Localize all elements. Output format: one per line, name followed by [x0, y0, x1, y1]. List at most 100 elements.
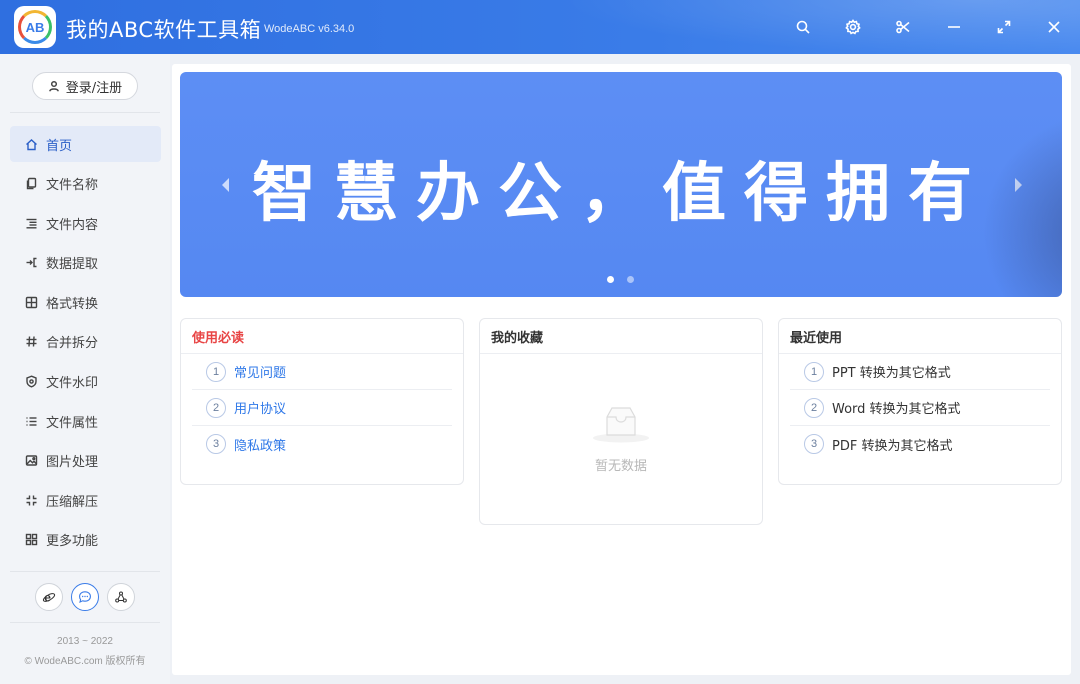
- grid-icon: [24, 533, 38, 547]
- extract-icon: [24, 256, 38, 270]
- sidebar-item-image-process[interactable]: 图片处理: [10, 443, 161, 479]
- item-label: 用户协议: [234, 402, 287, 417]
- text-lines-icon: [24, 216, 38, 230]
- sidebar-item-file-attributes[interactable]: 文件属性: [10, 403, 161, 439]
- compress-icon: [24, 493, 38, 507]
- sidebar-item-merge-split[interactable]: 合并拆分: [10, 324, 161, 360]
- sidebar-item-watermark[interactable]: 文件水印: [10, 364, 161, 400]
- app-version: WodeABC v6.34.0: [264, 23, 355, 35]
- card-recent: 最近使用 1 PPT 转换为其它格式 2 Word 转换为其它格式 3 PDF …: [778, 318, 1062, 485]
- copyright-years: 2013 ~ 2022: [57, 636, 113, 647]
- main-content: 智慧办公，值得拥有 使用必读 1 常见问题 2 用户协议 3 隐私政策 我的收藏: [172, 64, 1071, 675]
- card-must-read: 使用必读 1 常见问题 2 用户协议 3 隐私政策: [180, 318, 464, 485]
- sidebar-item-label: 格式转换: [46, 296, 99, 312]
- maximize-button[interactable]: [991, 14, 1017, 40]
- title-bar: AB 我的ABC软件工具箱 WodeABC v6.34.0: [0, 0, 1080, 54]
- ie-button[interactable]: e: [35, 583, 63, 611]
- card-list: 1 PPT 转换为其它格式 2 Word 转换为其它格式 3 PDF 转换为其它…: [779, 354, 1061, 462]
- banner-text: 智慧办公，值得拥有: [252, 157, 990, 231]
- sidebar-item-label: 文件名称: [46, 178, 99, 194]
- sidebar-item-file-name[interactable]: 文件名称: [10, 166, 161, 202]
- item-number: 3: [206, 434, 226, 454]
- item-label: PDF 转换为其它格式: [832, 438, 953, 454]
- maximize-icon: [997, 20, 1011, 34]
- carousel-dot-2[interactable]: [627, 276, 634, 283]
- item-number: 1: [206, 361, 226, 382]
- image-icon: [24, 454, 38, 468]
- divider: [10, 571, 160, 572]
- copyright-text: © WodeABC.com 版权所有: [24, 656, 146, 667]
- settings-button[interactable]: [840, 14, 866, 40]
- close-button[interactable]: [1041, 14, 1067, 40]
- file-copy-icon: [24, 177, 38, 191]
- list-item-pdf-convert[interactable]: 3 PDF 转换为其它格式: [790, 426, 1050, 462]
- sidebar-item-label: 合并拆分: [46, 336, 99, 352]
- format-icon: [24, 295, 38, 309]
- carousel-dot-1[interactable]: [607, 276, 614, 283]
- list-icon: [24, 414, 38, 428]
- shield-icon: [24, 375, 38, 389]
- ie-icon: e: [42, 591, 56, 604]
- item-label: 隐私政策: [234, 438, 287, 454]
- search-icon: [796, 20, 810, 34]
- chat-icon: [79, 591, 91, 603]
- app-logo: AB: [14, 6, 56, 48]
- card-title: 我的收藏: [480, 319, 762, 354]
- card-favorites: 我的收藏 暂无数据: [479, 318, 763, 525]
- sidebar: 登录/注册 首页 文件名称 文件内容 数据提取 格式转换 合并拆分 文件水印 文…: [0, 54, 170, 684]
- item-label: Word 转换为其它格式: [832, 402, 961, 417]
- list-item-privacy-policy[interactable]: 3 隐私政策: [192, 426, 452, 462]
- divider: [10, 622, 160, 623]
- sidebar-item-home[interactable]: 首页: [10, 126, 161, 162]
- item-number: 1: [804, 361, 824, 382]
- sidebar-item-label: 首页: [46, 138, 73, 154]
- sidebar-item-data-extract[interactable]: 数据提取: [10, 245, 161, 281]
- chat-button[interactable]: [71, 583, 99, 611]
- list-item-user-agreement[interactable]: 2 用户协议: [192, 390, 452, 426]
- sidebar-item-label: 数据提取: [46, 257, 99, 273]
- banner-next-arrow[interactable]: [1015, 178, 1022, 192]
- list-item-ppt-convert[interactable]: 1 PPT 转换为其它格式: [790, 354, 1050, 390]
- share-icon: [115, 591, 127, 603]
- user-icon: [48, 80, 59, 92]
- app-title: 我的ABC软件工具箱: [66, 18, 262, 42]
- share-button[interactable]: [107, 583, 135, 611]
- card-list: 1 常见问题 2 用户协议 3 隐私政策: [181, 354, 463, 462]
- list-item-word-convert[interactable]: 2 Word 转换为其它格式: [790, 390, 1050, 426]
- minimize-button[interactable]: [941, 14, 967, 40]
- sidebar-item-label: 图片处理: [46, 455, 99, 471]
- sidebar-item-label: 文件水印: [46, 376, 99, 392]
- login-register-button[interactable]: 登录/注册: [32, 72, 138, 100]
- card-title: 使用必读: [181, 319, 463, 354]
- sidebar-item-file-content[interactable]: 文件内容: [10, 205, 161, 241]
- social-links: e: [0, 583, 170, 611]
- sidebar-item-label: 文件属性: [46, 415, 99, 431]
- sidebar-nav: 首页 文件名称 文件内容 数据提取 格式转换 合并拆分 文件水印 文件属性 图片…: [10, 126, 161, 562]
- scissors-button[interactable]: [890, 14, 916, 40]
- sidebar-item-label: 文件内容: [46, 217, 99, 233]
- sidebar-item-label: 更多功能: [46, 534, 99, 550]
- empty-box-icon: [593, 407, 649, 443]
- settings-icon: [845, 19, 861, 35]
- item-number: 3: [804, 434, 824, 454]
- list-item-faq[interactable]: 1 常见问题: [192, 354, 452, 390]
- sidebar-item-compress[interactable]: 压缩解压: [10, 482, 161, 518]
- empty-text: 暂无数据: [594, 459, 647, 474]
- item-number: 2: [206, 397, 226, 418]
- banner-carousel[interactable]: 智慧办公，值得拥有: [180, 72, 1062, 297]
- carousel-dots: [607, 276, 634, 283]
- hash-icon: [24, 335, 38, 349]
- search-button[interactable]: [790, 14, 816, 40]
- sidebar-item-more[interactable]: 更多功能: [10, 522, 161, 558]
- home-icon: [24, 137, 38, 151]
- login-register-label: 登录/注册: [65, 80, 123, 96]
- empty-state: 暂无数据: [480, 405, 762, 474]
- divider: [10, 112, 160, 113]
- sidebar-item-format-convert[interactable]: 格式转换: [10, 284, 161, 320]
- minimize-icon: [948, 26, 960, 28]
- item-label: 常见问题: [234, 366, 287, 381]
- close-icon: [1048, 21, 1060, 33]
- sidebar-item-label: 压缩解压: [46, 494, 99, 510]
- item-label: PPT 转换为其它格式: [832, 366, 951, 381]
- card-title: 最近使用: [779, 319, 1061, 354]
